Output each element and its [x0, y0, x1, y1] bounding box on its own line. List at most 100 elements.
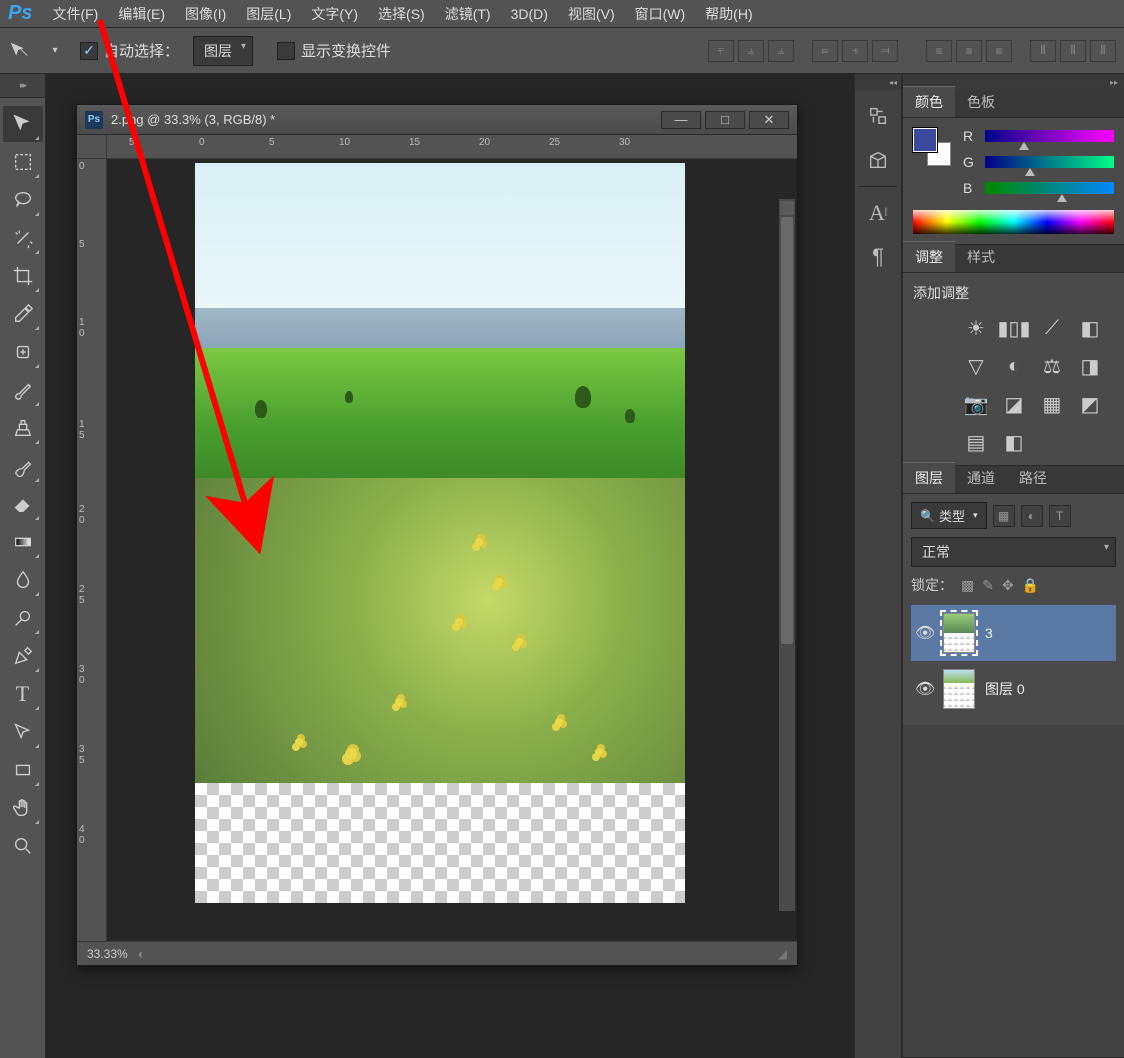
- tab-paths[interactable]: 路径: [1007, 463, 1059, 493]
- layer-item[interactable]: 👁 图层 0: [911, 661, 1116, 717]
- align-left-button[interactable]: ⫢: [812, 40, 838, 62]
- resize-handle-icon[interactable]: ◢: [778, 947, 787, 961]
- current-tool-icon[interactable]: [8, 40, 30, 62]
- green-slider[interactable]: [985, 156, 1114, 168]
- menu-select[interactable]: 选择(S): [368, 0, 435, 28]
- canvas-viewport[interactable]: [107, 159, 797, 941]
- tab-layers[interactable]: 图层: [903, 462, 955, 493]
- vibrance-icon[interactable]: ▽: [963, 353, 989, 379]
- toolbox-collapse-handle[interactable]: [0, 74, 45, 98]
- threshold-icon[interactable]: ◧: [1001, 429, 1027, 455]
- zoom-tool[interactable]: [3, 828, 43, 864]
- clone-stamp-tool[interactable]: [3, 410, 43, 446]
- layer-name-text[interactable]: 图层 0: [985, 679, 1025, 699]
- blue-slider[interactable]: [985, 182, 1114, 194]
- layer-visibility-toggle[interactable]: 👁: [915, 679, 933, 699]
- status-info-icon[interactable]: ◐: [138, 947, 145, 961]
- tab-adjustments[interactable]: 调整: [903, 241, 955, 272]
- align-right-button[interactable]: ⫤: [872, 40, 898, 62]
- lock-image-icon[interactable]: ✎: [982, 577, 994, 594]
- rectangle-tool[interactable]: [3, 752, 43, 788]
- filter-adjustment-icon[interactable]: ◐: [1021, 505, 1043, 527]
- layer-item[interactable]: 👁 3: [911, 605, 1116, 661]
- move-tool[interactable]: [3, 106, 43, 142]
- tab-channels[interactable]: 通道: [955, 463, 1007, 493]
- layer-name-text[interactable]: 3: [985, 625, 993, 641]
- show-transform-checkbox[interactable]: [277, 42, 295, 60]
- menu-3d[interactable]: 3D(D): [501, 2, 558, 26]
- distribute-hcenter-button[interactable]: ⦀: [1060, 40, 1086, 62]
- magic-wand-tool[interactable]: [3, 220, 43, 256]
- photo-filter-icon[interactable]: 📷: [963, 391, 989, 417]
- window-minimize-button[interactable]: —: [661, 111, 701, 129]
- menu-view[interactable]: 视图(V): [558, 0, 625, 28]
- curves-icon[interactable]: ⟋: [1039, 315, 1065, 341]
- layer-thumbnail[interactable]: [943, 613, 975, 653]
- align-vcenter-button[interactable]: ⫨: [738, 40, 764, 62]
- menu-filter[interactable]: 滤镜(T): [435, 0, 501, 28]
- menu-edit[interactable]: 编辑(E): [108, 0, 175, 28]
- gradient-tool[interactable]: [3, 524, 43, 560]
- align-top-button[interactable]: ⫧: [708, 40, 734, 62]
- brightness-contrast-icon[interactable]: ☀: [963, 315, 989, 341]
- eyedropper-tool[interactable]: [3, 296, 43, 332]
- blend-mode-dropdown[interactable]: 正常: [911, 537, 1116, 567]
- lock-transparency-icon[interactable]: ▩: [961, 577, 974, 594]
- color-lookup-icon[interactable]: ▦: [1039, 391, 1065, 417]
- distribute-left-button[interactable]: ⦀: [1030, 40, 1056, 62]
- exposure-icon[interactable]: ◧: [1077, 315, 1103, 341]
- pen-tool[interactable]: [3, 638, 43, 674]
- menu-file[interactable]: 文件(F): [42, 0, 108, 28]
- auto-select-checkbox[interactable]: ✓: [80, 42, 98, 60]
- vertical-scrollbar[interactable]: [779, 199, 795, 911]
- menu-image[interactable]: 图像(I): [175, 0, 236, 28]
- foreground-background-swatches[interactable]: [913, 128, 951, 166]
- distribute-vcenter-button[interactable]: ≡: [956, 40, 982, 62]
- path-selection-tool[interactable]: [3, 714, 43, 750]
- filter-type-icon[interactable]: T: [1049, 505, 1071, 527]
- layer-thumbnail[interactable]: [943, 669, 975, 709]
- dodge-tool[interactable]: [3, 600, 43, 636]
- layer-filter-kind-dropdown[interactable]: 🔍类型▾: [911, 502, 987, 529]
- window-maximize-button[interactable]: □: [705, 111, 745, 129]
- hand-tool[interactable]: [3, 790, 43, 826]
- tool-preset-dropdown[interactable]: ▾: [44, 40, 66, 62]
- paragraph-panel-icon[interactable]: ¶: [860, 239, 896, 275]
- menu-layer[interactable]: 图层(L): [236, 0, 301, 28]
- tab-styles[interactable]: 样式: [955, 242, 1007, 272]
- foreground-color-swatch[interactable]: [913, 128, 937, 152]
- tab-color[interactable]: 颜色: [903, 86, 955, 117]
- lasso-tool[interactable]: [3, 182, 43, 218]
- document-titlebar[interactable]: Ps 2.png @ 33.3% (3, RGB/8) * — □ ✕: [77, 105, 797, 135]
- distribute-top-button[interactable]: ≡: [926, 40, 952, 62]
- tab-swatches[interactable]: 色板: [955, 87, 1007, 117]
- menu-type[interactable]: 文字(Y): [301, 0, 368, 28]
- black-white-icon[interactable]: ◨: [1077, 353, 1103, 379]
- distribute-bottom-button[interactable]: ≡: [986, 40, 1012, 62]
- horizontal-ruler[interactable]: 5 0 5 10 15 20 25 30: [107, 135, 797, 159]
- brush-tool[interactable]: [3, 372, 43, 408]
- levels-icon[interactable]: ▮▯▮: [1001, 315, 1027, 341]
- properties-panel-icon[interactable]: [860, 142, 896, 178]
- marquee-tool[interactable]: [3, 144, 43, 180]
- color-balance-icon[interactable]: ⚖: [1039, 353, 1065, 379]
- filter-pixel-icon[interactable]: ▦: [993, 505, 1015, 527]
- character-panel-icon[interactable]: A|: [860, 195, 896, 231]
- align-hcenter-button[interactable]: ⫣: [842, 40, 868, 62]
- layer-visibility-toggle[interactable]: 👁: [915, 623, 933, 643]
- healing-brush-tool[interactable]: [3, 334, 43, 370]
- history-brush-tool[interactable]: [3, 448, 43, 484]
- window-close-button[interactable]: ✕: [749, 111, 789, 129]
- blur-tool[interactable]: [3, 562, 43, 598]
- invert-icon[interactable]: ◩: [1077, 391, 1103, 417]
- lock-position-icon[interactable]: ✥: [1002, 577, 1014, 594]
- align-bottom-button[interactable]: ⫨: [768, 40, 794, 62]
- eraser-tool[interactable]: [3, 486, 43, 522]
- red-slider[interactable]: [985, 130, 1114, 142]
- channel-mixer-icon[interactable]: ◪: [1001, 391, 1027, 417]
- history-panel-icon[interactable]: [860, 98, 896, 134]
- distribute-right-button[interactable]: ⦀: [1090, 40, 1116, 62]
- posterize-icon[interactable]: ▤: [963, 429, 989, 455]
- auto-select-target-dropdown[interactable]: 图层: [193, 36, 253, 66]
- type-tool[interactable]: T: [3, 676, 43, 712]
